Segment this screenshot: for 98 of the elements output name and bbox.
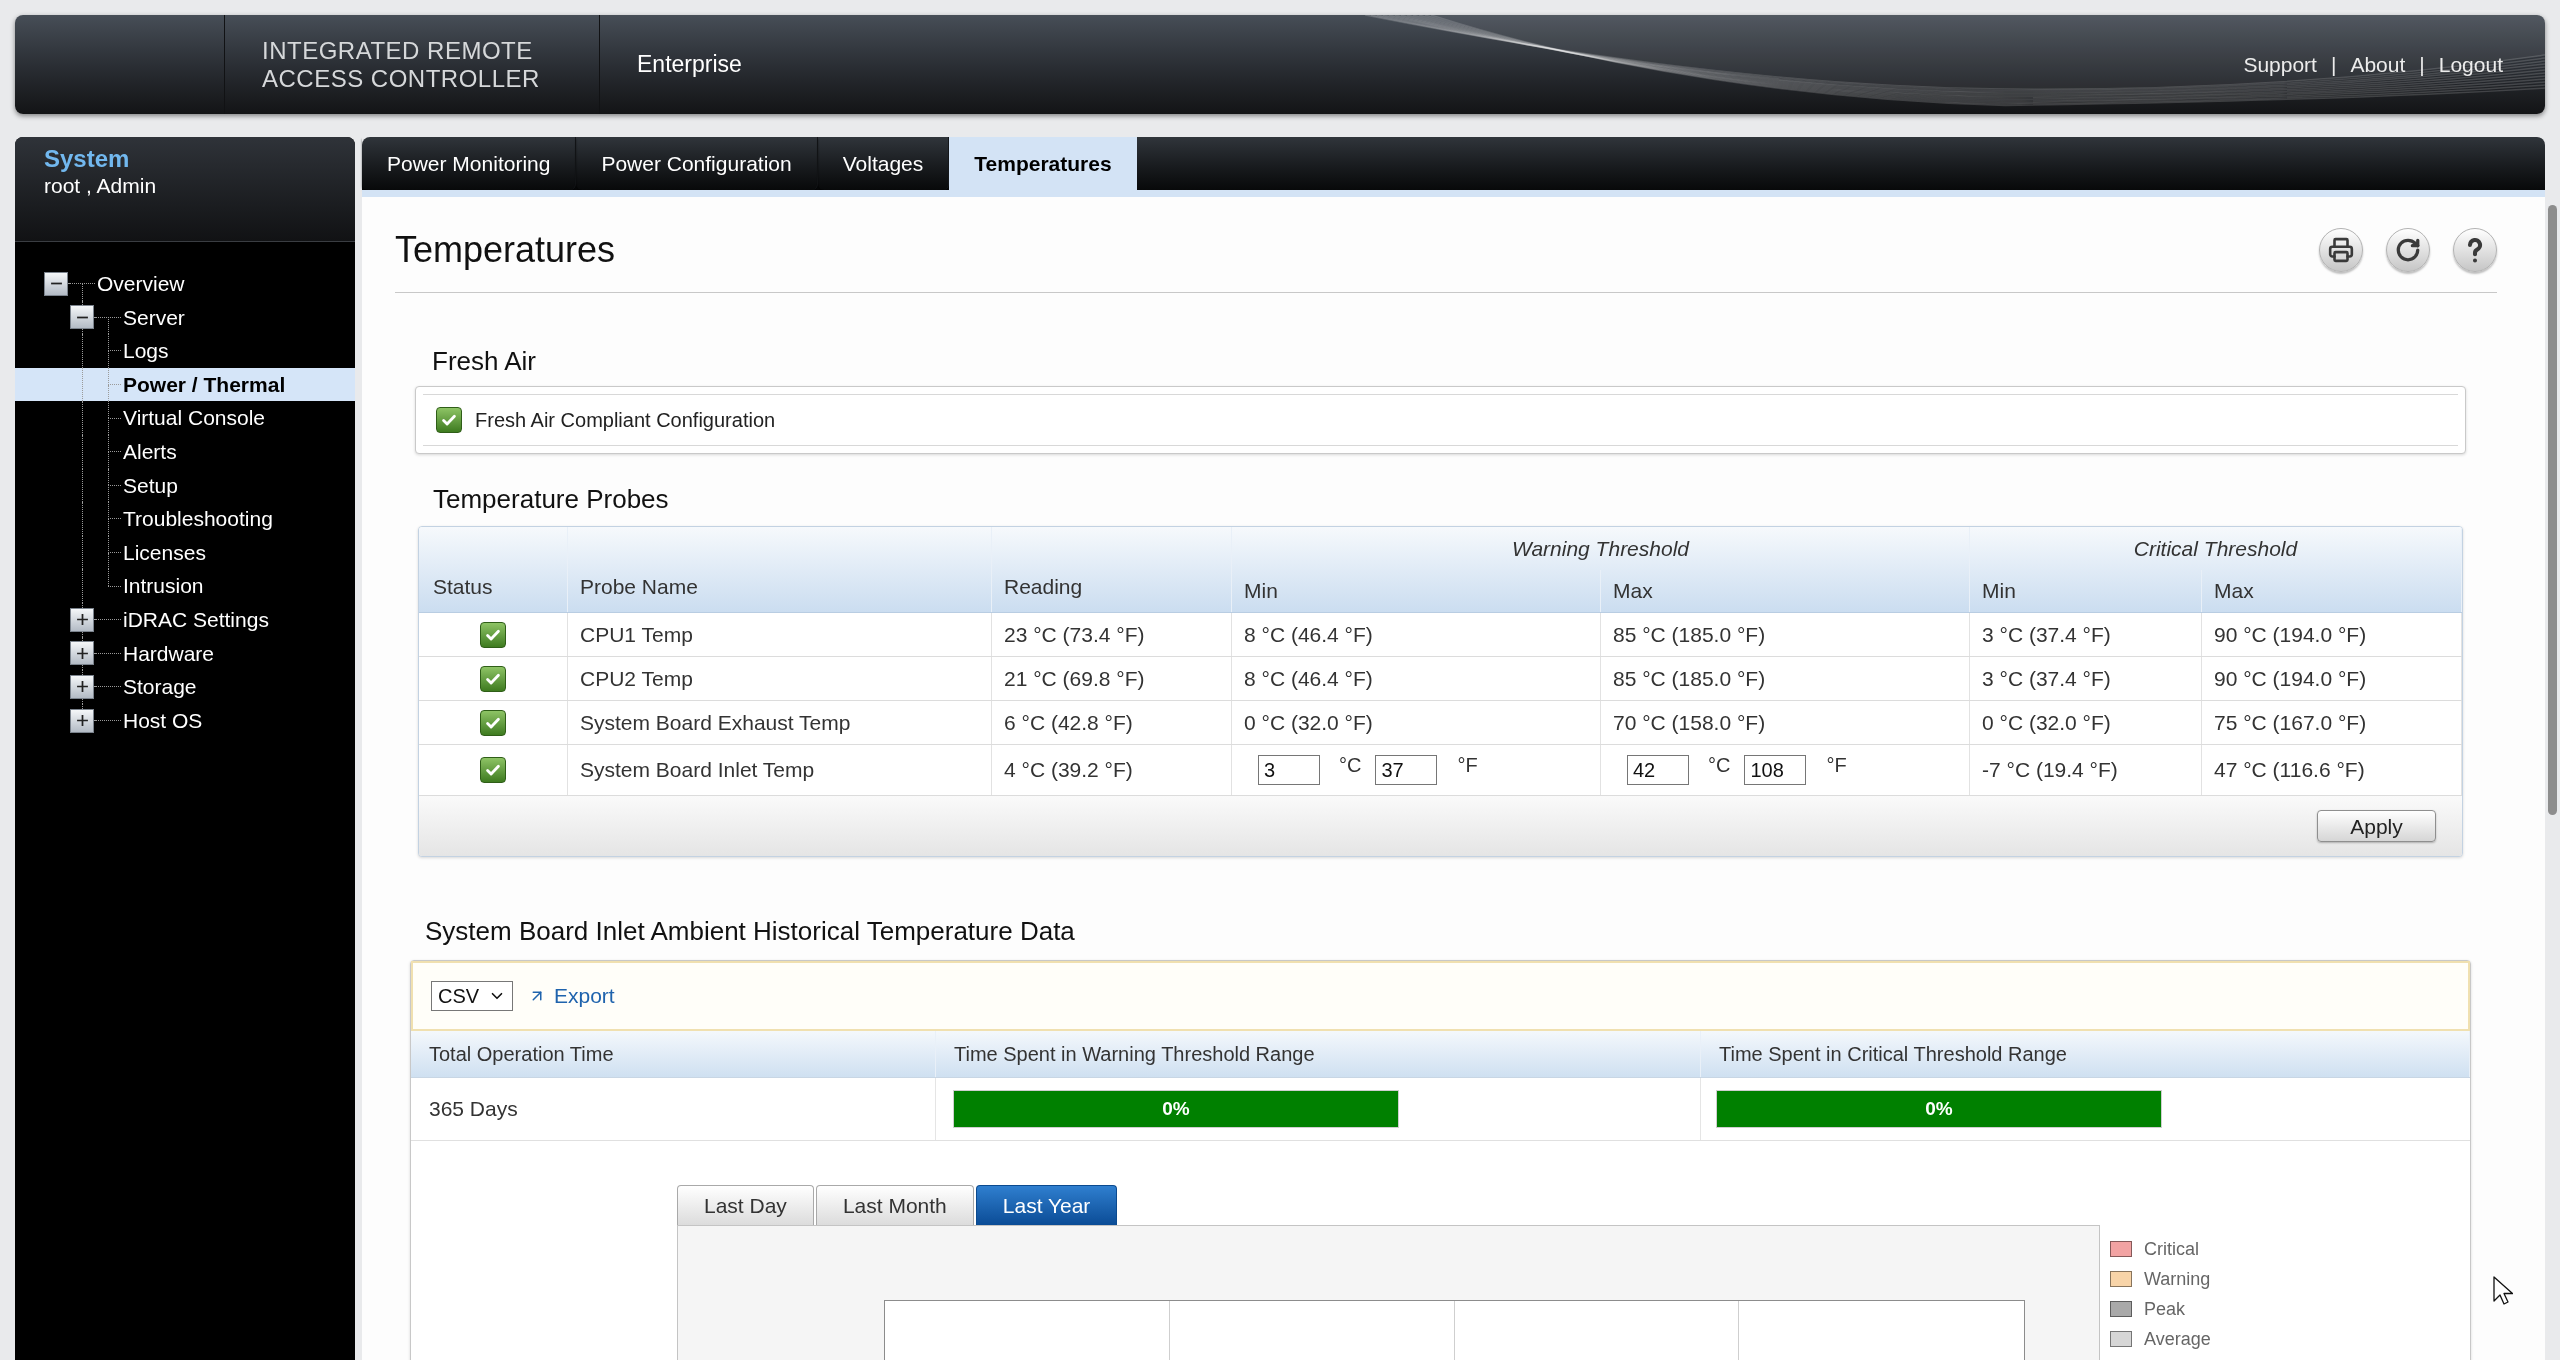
column-header: Total Operation Time <box>411 1031 936 1077</box>
mouse-pointer-icon <box>2493 1276 2513 1306</box>
tab[interactable]: Temperatures <box>949 137 1137 190</box>
expand-icon[interactable] <box>70 674 94 699</box>
table-cell: 8 °C (46.4 °F) <box>1232 657 1601 700</box>
column-header: Probe Name <box>568 527 992 612</box>
header-link[interactable]: Logout <box>2438 48 2503 81</box>
export-link[interactable]: Export <box>528 980 615 1012</box>
refresh-icon <box>2395 237 2421 263</box>
threshold-input[interactable]: 42 <box>1627 755 1689 785</box>
column-header: Status <box>419 527 568 612</box>
table-cell: 6 °C (42.8 °F) <box>992 701 1232 744</box>
edition-label: Enterprise <box>637 50 742 80</box>
table-cell: 23 °C (73.4 °F) <box>992 613 1232 656</box>
table-cell: 3 °C (37.4 °F) <box>1970 613 2202 656</box>
print-button[interactable] <box>2319 228 2363 272</box>
section-heading: Fresh Air <box>431 346 538 376</box>
table-cell: 4 °C (39.2 °F) <box>992 745 1232 795</box>
column-header: Min <box>1970 570 2202 612</box>
tree-item[interactable]: Setup <box>15 468 355 503</box>
table-cell: System Board Inlet Temp <box>568 745 992 795</box>
unit-label: °C <box>1708 753 1731 778</box>
column-header: Time Spent in Critical Threshold Range <box>1701 1031 2470 1077</box>
table-cell: 90 °C (194.0 °F) <box>2202 657 2462 700</box>
tree-item[interactable]: Overview <box>15 267 355 301</box>
column-header: Min <box>1232 570 1601 612</box>
help-icon <box>2466 237 2484 263</box>
product-logo-text: INTEGRATED REMOTE ACCESS CONTROLLER <box>262 36 541 93</box>
section-heading: Temperature Probes <box>432 484 670 514</box>
scrollbar-thumb[interactable] <box>2548 205 2557 815</box>
link-separator: | <box>2330 51 2337 78</box>
table-cell: 85 °C (185.0 °F) <box>1601 657 1970 700</box>
section-heading: System Board Inlet Ambient Historical Temperature Data <box>424 916 1076 946</box>
tree-item[interactable]: Host OS <box>15 703 355 738</box>
table-cell: 365 Days <box>411 1078 936 1140</box>
table-cell: 21 °C (69.8 °F) <box>992 657 1232 700</box>
apply-button[interactable]: Apply <box>2317 810 2436 842</box>
table-cell: System Board Exhaust Temp <box>568 701 992 744</box>
column-header: Reading <box>992 527 1232 612</box>
legend-label: Critical <box>2144 1237 2199 1261</box>
table-cell: 8 °C (46.4 °F) <box>1232 613 1601 656</box>
tree-item[interactable]: Hardware <box>15 636 355 671</box>
compliance-label: Fresh Air Compliant Configuration <box>475 408 776 433</box>
table-cell: 0 °C (32.0 °F) <box>1232 701 1601 744</box>
refresh-button[interactable] <box>2386 228 2430 272</box>
table-cell: 3 °C (37.4 °F) <box>1970 657 2202 700</box>
column-header: Max <box>2202 570 2462 612</box>
threshold-input[interactable]: 37 <box>1375 755 1438 785</box>
user-role-text: root , Admin <box>44 173 158 199</box>
range-tab[interactable]: Last Day <box>677 1185 814 1225</box>
table-cell: 75 °C (167.0 °F) <box>2202 701 2462 744</box>
tree-item[interactable]: Server <box>15 300 355 335</box>
table-cell: CPU2 Temp <box>568 657 992 700</box>
tree-item[interactable]: Logs <box>15 334 355 368</box>
table-cell: -7 °C (19.4 °F) <box>1970 745 2202 795</box>
header-link[interactable]: Support <box>2243 48 2317 81</box>
tree-item[interactable]: Intrusion <box>15 569 355 603</box>
expand-icon[interactable] <box>70 607 94 632</box>
tree-item[interactable]: Virtual Console <box>15 401 355 435</box>
column-group-header: Critical Threshold <box>1970 527 2462 570</box>
column-header: Max <box>1601 570 1970 612</box>
column-group-header: Warning Threshold <box>1232 527 1970 570</box>
table-cell: 90 °C (194.0 °F) <box>2202 613 2462 656</box>
system-title: System <box>44 145 131 173</box>
percentage-bar: 0% <box>1716 1090 2162 1128</box>
tree-item[interactable]: Power / Thermal <box>15 367 355 402</box>
expand-icon[interactable] <box>70 708 94 733</box>
tree-item[interactable]: iDRAC Settings <box>15 602 355 637</box>
collapse-icon[interactable] <box>70 305 94 330</box>
link-separator: | <box>2419 51 2425 78</box>
tree-item[interactable]: Troubleshooting <box>15 502 355 536</box>
legend-label: Peak <box>2144 1297 2186 1321</box>
table-cell: CPU1 Temp <box>568 613 992 656</box>
legend-label: Average <box>2144 1327 2211 1351</box>
table-cell: 85 °C (185.0 °F) <box>1601 613 1970 656</box>
threshold-input[interactable]: 108 <box>1744 755 1807 785</box>
percentage-bar: 0% <box>953 1090 1399 1128</box>
expand-icon[interactable] <box>70 641 94 666</box>
unit-label: °F <box>1826 753 1847 778</box>
unit-label: °F <box>1457 753 1478 778</box>
tree-item[interactable]: Licenses <box>15 535 355 570</box>
range-tab[interactable]: Last Month <box>815 1185 974 1225</box>
table-cell: 70 °C (158.0 °F) <box>1601 701 1970 744</box>
range-tab[interactable]: Last Year <box>975 1185 1118 1225</box>
tree-item[interactable]: Alerts <box>15 434 355 469</box>
format-select[interactable]: CSV <box>431 981 513 1011</box>
header-link[interactable]: About <box>2350 48 2406 81</box>
tree-item[interactable]: Storage <box>15 670 355 704</box>
table-cell: 47 °C (116.6 °F) <box>2202 745 2462 795</box>
table-cell: 0 °C (32.0 °F) <box>1970 701 2202 744</box>
collapse-icon[interactable] <box>44 271 68 296</box>
page-title: Temperatures <box>395 228 616 272</box>
legend-label: Warning <box>2144 1267 2211 1291</box>
column-header: Time Spent in Warning Threshold Range <box>936 1031 1701 1077</box>
threshold-input[interactable]: 3 <box>1258 755 1320 785</box>
printer-icon <box>2328 237 2354 263</box>
unit-label: °C <box>1339 753 1362 778</box>
help-button[interactable] <box>2453 228 2497 272</box>
